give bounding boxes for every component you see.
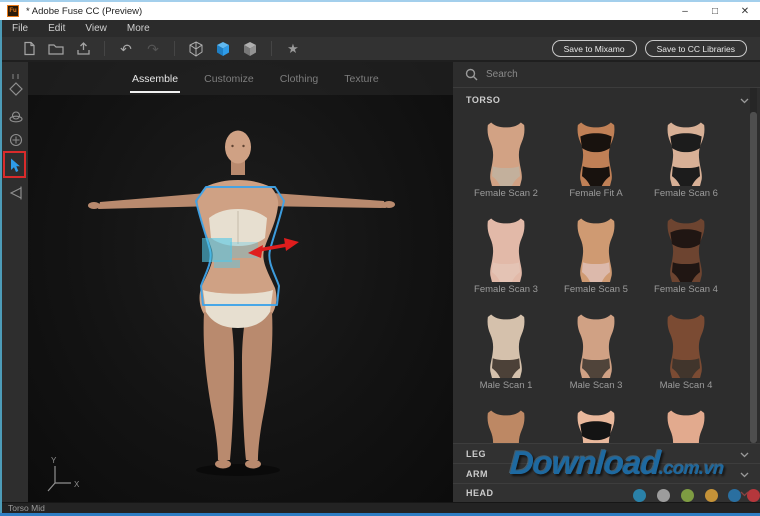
torso-thumbnail[interactable]: Female Scan 3 xyxy=(461,208,551,304)
section-arm[interactable]: ARM xyxy=(453,463,760,483)
tab-clothing[interactable]: Clothing xyxy=(280,73,319,85)
pan-tool-icon[interactable] xyxy=(7,131,25,149)
torso-thumbnail[interactable]: Male Scan 1 xyxy=(461,304,551,400)
toolbar-separator xyxy=(174,41,175,56)
chevron-down-icon[interactable] xyxy=(740,445,749,463)
thumbnail-label: Female Scan 6 xyxy=(654,188,718,199)
shaded-view-icon[interactable] xyxy=(214,40,232,58)
search-input[interactable] xyxy=(486,69,686,80)
orbit-tool-icon[interactable] xyxy=(7,108,25,126)
chevron-down-icon[interactable] xyxy=(740,484,749,502)
thumbnail-label: Male Scan 4 xyxy=(660,380,713,391)
status-bar: Torso Mid xyxy=(0,502,760,513)
torso-thumbnail-grid: Female Scan 2 Female Fit A Female Scan 6… xyxy=(453,112,760,443)
torso-thumbnail[interactable]: Male Scan 4 xyxy=(641,304,731,400)
scrollbar-thumb[interactable] xyxy=(750,112,757,443)
menu-bar: File Edit View More xyxy=(0,20,760,37)
torso-thumbnail[interactable]: Female Scan 4 xyxy=(641,208,731,304)
window-left-border xyxy=(0,20,2,513)
thumbnail-label: Male Scan 3 xyxy=(570,380,623,391)
section-leg-label: LEG xyxy=(466,449,486,459)
select-tool-icon[interactable] xyxy=(7,157,22,173)
torso-thumbnail[interactable] xyxy=(461,400,551,443)
move-tool-icon[interactable] xyxy=(7,80,25,98)
perspective-tool-icon[interactable] xyxy=(7,184,25,202)
app-window: Fu * Adobe Fuse CC (Preview) – □ ✕ File … xyxy=(0,0,760,516)
chevron-down-icon[interactable] xyxy=(740,465,749,483)
panel-scrollbar[interactable] xyxy=(750,88,757,443)
torso-thumbnail[interactable]: Male Scan 3 xyxy=(551,304,641,400)
favorites-star-icon[interactable]: ★ xyxy=(284,40,302,58)
torso-thumbnail[interactable] xyxy=(641,400,731,443)
section-torso[interactable]: TORSO xyxy=(453,88,760,112)
tab-texture[interactable]: Texture xyxy=(344,73,378,85)
textured-view-icon[interactable] xyxy=(241,40,259,58)
window-title: * Adobe Fuse CC (Preview) xyxy=(26,6,142,17)
thumbnail-label: Female Scan 4 xyxy=(654,284,718,295)
axis-gizmo xyxy=(48,466,71,491)
torso-thumbnail[interactable]: Female Scan 2 xyxy=(461,112,551,208)
maximize-button[interactable]: □ xyxy=(700,2,730,20)
thumbnail-label: Female Scan 2 xyxy=(474,188,538,199)
tool-sidebar xyxy=(0,62,28,502)
torso-thumbnail[interactable]: Female Fit A xyxy=(551,112,641,208)
mode-tabs: Assemble Customize Clothing Texture xyxy=(28,62,453,95)
chevron-down-icon[interactable] xyxy=(740,91,749,109)
axis-y-label: Y xyxy=(51,456,57,465)
redo-icon[interactable]: ↷ xyxy=(144,40,162,58)
menu-file[interactable]: File xyxy=(2,23,38,34)
character-model: Y X xyxy=(28,62,453,502)
save-to-cc-libraries-button[interactable]: Save to CC Libraries xyxy=(645,40,747,57)
section-leg[interactable]: LEG xyxy=(453,443,760,463)
toolbar-separator xyxy=(104,41,105,56)
tab-customize[interactable]: Customize xyxy=(204,73,254,85)
axis-x-label: X xyxy=(74,480,80,489)
undo-icon[interactable]: ↶ xyxy=(117,40,135,58)
3d-viewport[interactable]: Assemble Customize Clothing Texture xyxy=(28,62,453,502)
assets-panel: TORSO Female Scan 2 Female Fit A Female … xyxy=(453,62,760,502)
section-head[interactable]: HEAD xyxy=(453,483,760,502)
close-button[interactable]: ✕ xyxy=(730,2,760,20)
tab-assemble[interactable]: Assemble xyxy=(132,73,178,85)
toolbar: ↶ ↷ ★ Save to Mixamo Save to CC Librarie… xyxy=(0,37,760,62)
thumbnail-label: Female Scan 3 xyxy=(474,284,538,295)
title-bar: Fu * Adobe Fuse CC (Preview) – □ ✕ xyxy=(0,0,760,20)
torso-thumbnail[interactable]: Female Scan 5 xyxy=(551,208,641,304)
tutorial-highlight-box xyxy=(3,151,26,178)
section-arm-label: ARM xyxy=(466,469,488,479)
search-icon xyxy=(465,68,478,81)
thumbnail-label: Male Scan 1 xyxy=(480,380,533,391)
status-text: Torso Mid xyxy=(8,503,45,513)
torso-thumbnail[interactable] xyxy=(551,400,641,443)
menu-view[interactable]: View xyxy=(75,23,117,34)
menu-more[interactable]: More xyxy=(117,23,160,34)
save-to-mixamo-button[interactable]: Save to Mixamo xyxy=(552,40,637,57)
torso-thumbnail[interactable]: Female Scan 6 xyxy=(641,112,731,208)
section-head-label: HEAD xyxy=(466,488,494,498)
search-bar xyxy=(453,62,760,88)
new-document-icon[interactable] xyxy=(20,40,38,58)
menu-edit[interactable]: Edit xyxy=(38,23,75,34)
app-logo-icon: Fu xyxy=(7,5,19,17)
thumbnail-label: Female Scan 5 xyxy=(564,284,628,295)
section-torso-label: TORSO xyxy=(466,95,500,105)
minimize-button[interactable]: – xyxy=(670,2,700,20)
open-folder-icon[interactable] xyxy=(47,40,65,58)
thumbnail-label: Female Fit A xyxy=(569,188,622,199)
wireframe-view-icon[interactable] xyxy=(187,40,205,58)
export-save-icon[interactable] xyxy=(74,40,92,58)
toolbar-separator xyxy=(271,41,272,56)
